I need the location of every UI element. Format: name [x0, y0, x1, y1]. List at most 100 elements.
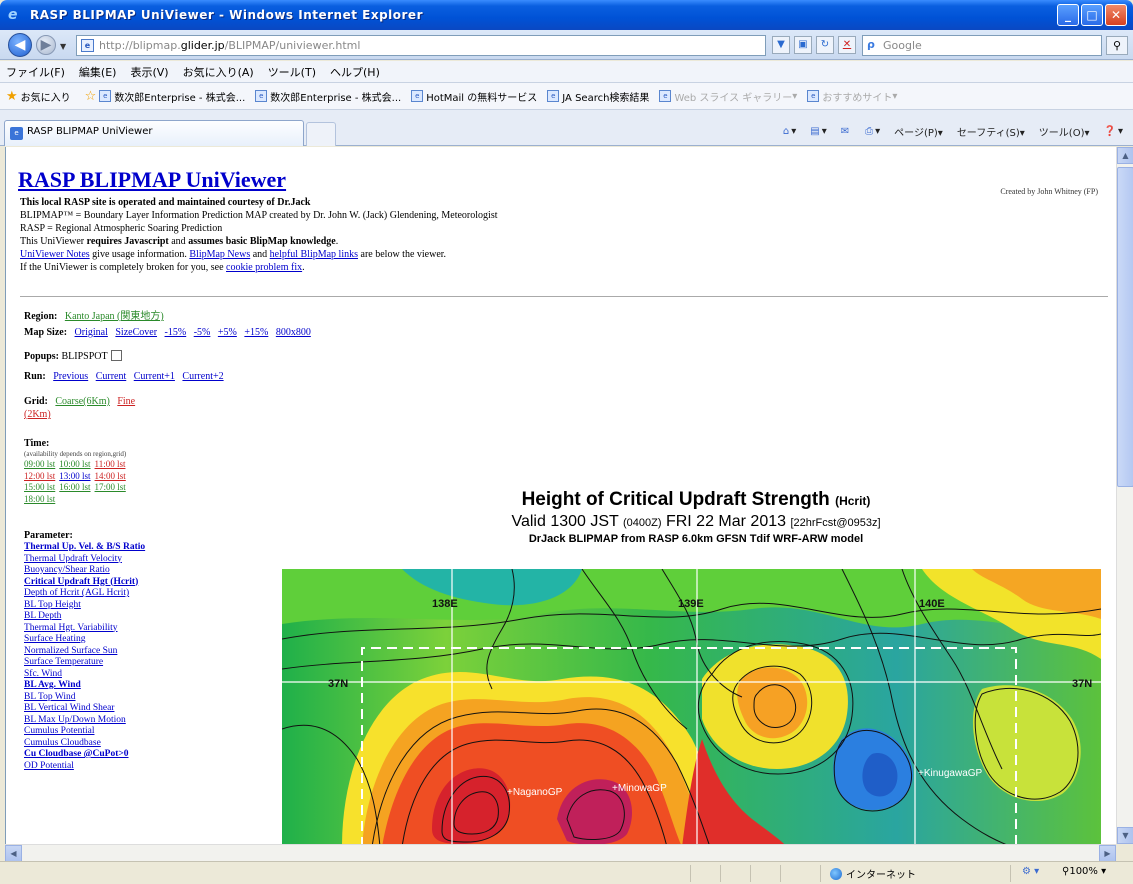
run-current-plus1[interactable]: Current+1 [134, 371, 175, 382]
param-link[interactable]: Depth of Hcrit (AGL Hcrit) [24, 588, 145, 600]
scroll-down-icon[interactable]: ▼ [1117, 827, 1133, 844]
feeds-icon[interactable]: ▤ ▾ [810, 126, 826, 137]
param-link[interactable]: Surface Heating [24, 634, 145, 646]
param-link[interactable]: Surface Temperature [24, 657, 145, 669]
time-link[interactable]: 13:00 lst [59, 471, 90, 481]
scroll-up-icon[interactable]: ▲ [1117, 147, 1133, 164]
stop-icon[interactable]: ✕ [838, 36, 856, 54]
horizontal-scrollbar[interactable]: ◀ ▶ [5, 844, 1116, 862]
param-link[interactable]: BL Top Wind [24, 692, 145, 704]
add-favorite-icon[interactable]: ☆ [85, 89, 97, 104]
time-link[interactable]: 17:00 lst [95, 482, 126, 492]
favorite-link[interactable]: e おすすめサイト ▾ [807, 89, 897, 104]
favorites-button[interactable]: お気に入り [21, 89, 71, 104]
mapsize-minus5[interactable]: -5% [194, 327, 211, 338]
mapsize-800[interactable]: 800x800 [276, 327, 311, 338]
blipspot-checkbox[interactable] [110, 350, 122, 361]
favorite-link[interactable]: e Web スライス ギャラリー ▾ [659, 89, 797, 104]
param-link[interactable]: BL Vertical Wind Shear [24, 703, 145, 715]
grid-fine-2km[interactable]: (2Km) [24, 409, 51, 420]
print-icon[interactable]: ⎙ ▾ [865, 126, 880, 137]
minimize-button[interactable]: _ [1057, 4, 1079, 26]
blipmap-links-link[interactable]: helpful BlipMap links [270, 249, 358, 260]
mapsize-plus5[interactable]: +5% [218, 327, 237, 338]
param-link[interactable]: BL Depth [24, 611, 145, 623]
vertical-scrollbar[interactable]: ▲ ▼ [1116, 147, 1133, 844]
favorite-link[interactable]: e JA Search検索結果 [547, 89, 649, 104]
history-dropdown-icon[interactable]: ▼ [60, 42, 66, 51]
param-link[interactable]: Normalized Surface Sun [24, 646, 145, 658]
menu-favorites[interactable]: お気に入り(A) [183, 64, 254, 80]
home-icon[interactable]: ⌂ ▾ [783, 126, 796, 137]
forward-button[interactable]: ▶ [36, 35, 56, 55]
maximize-button[interactable]: □ [1081, 4, 1103, 26]
menu-file[interactable]: ファイル(F) [6, 64, 65, 80]
security-zone[interactable]: インターネット [830, 866, 916, 881]
mapsize-sizecover[interactable]: SizeCover [115, 327, 157, 338]
param-link[interactable]: Thermal Hgt. Variability [24, 623, 145, 635]
param-link[interactable]: OD Potential [24, 761, 145, 773]
region-link[interactable]: Kanto Japan (関東地方) [65, 311, 164, 322]
mapsize-minus15[interactable]: -15% [165, 327, 187, 338]
param-link[interactable]: BL Max Up/Down Motion [24, 715, 145, 727]
zoom-level[interactable]: ⚲100% ▾ [1062, 866, 1106, 877]
param-link[interactable]: Critical Updraft Hgt (Hcrit) [24, 577, 145, 589]
search-icon[interactable]: ⚲ [1106, 36, 1128, 55]
scroll-left-icon[interactable]: ◀ [5, 845, 22, 862]
blipmap-image[interactable]: 138E 139E 140E 37N 37N +NaganoGP +Minowa… [282, 569, 1101, 844]
param-link[interactable]: Thermal Up. Vel. & B/S Ratio [24, 542, 145, 554]
favorite-link[interactable]: e HotMail の無料サービス [411, 89, 537, 104]
tools-menu[interactable]: ツール(O)▾ [1039, 124, 1090, 139]
mail-icon[interactable]: ✉ [841, 126, 851, 137]
param-link[interactable]: Thermal Updraft Velocity [24, 554, 145, 566]
time-link[interactable]: 09:00 lst [24, 459, 55, 469]
refresh-icon[interactable]: ↻ [816, 36, 834, 54]
search-input[interactable]: ρ Google [862, 35, 1102, 56]
page-title[interactable]: RASP BLIPMAP UniViewer [18, 167, 286, 193]
param-link[interactable]: Cumulus Cloudbase [24, 738, 145, 750]
run-previous[interactable]: Previous [53, 371, 88, 382]
scroll-right-icon[interactable]: ▶ [1099, 845, 1116, 862]
help-icon[interactable]: ❓ ▾ [1104, 126, 1123, 137]
new-tab-button[interactable] [306, 122, 336, 146]
time-link[interactable]: 12:00 lst [24, 471, 55, 481]
protected-mode-icon[interactable]: ⚙ ▾ [1022, 866, 1039, 877]
back-button[interactable]: ◀ [8, 33, 32, 57]
menu-tools[interactable]: ツール(T) [268, 64, 316, 80]
param-link[interactable]: Sfc. Wind [24, 669, 145, 681]
page-menu[interactable]: ページ(P)▾ [894, 124, 943, 139]
param-link[interactable]: Cumulus Potential [24, 726, 145, 738]
menu-help[interactable]: ヘルプ(H) [330, 64, 380, 80]
mapsize-plus15[interactable]: +15% [244, 327, 268, 338]
time-link[interactable]: 11:00 lst [95, 459, 126, 469]
cookie-fix-link[interactable]: cookie problem fix [226, 262, 302, 273]
menu-edit[interactable]: 編集(E) [79, 64, 117, 80]
time-link[interactable]: 15:00 lst [24, 482, 55, 492]
favorites-star-icon[interactable]: ★ [6, 89, 18, 104]
param-link[interactable]: Cu Cloudbase @CuPot>0 [24, 749, 145, 761]
close-button[interactable]: ✕ [1105, 4, 1127, 26]
param-link[interactable]: BL Avg. Wind [24, 680, 145, 692]
favorite-link[interactable]: e 数次郎Enterprise - 株式会... [99, 89, 245, 104]
time-link[interactable]: 10:00 lst [59, 459, 90, 469]
address-dropdown-icon[interactable]: ▼ [772, 36, 790, 54]
param-link[interactable]: BL Top Height [24, 600, 145, 612]
time-link[interactable]: 18:00 lst [24, 494, 55, 504]
menu-view[interactable]: 表示(V) [130, 64, 168, 80]
time-link[interactable]: 14:00 lst [95, 471, 126, 481]
address-input[interactable]: e http://blipmap.glider.jp/BLIPMAP/univi… [76, 35, 766, 56]
compat-view-icon[interactable]: ▣ [794, 36, 812, 54]
run-current[interactable]: Current [96, 371, 127, 382]
univiewer-notes-link[interactable]: UniViewer Notes [20, 249, 90, 260]
favorite-link[interactable]: e 数次郎Enterprise - 株式会... [255, 89, 401, 104]
blipmap-news-link[interactable]: BlipMap News [189, 249, 250, 260]
grid-fine[interactable]: Fine [117, 396, 135, 407]
safety-menu[interactable]: セーフティ(S)▾ [957, 124, 1025, 139]
mapsize-original[interactable]: Original [75, 327, 108, 338]
grid-coarse[interactable]: Coarse(6Km) [55, 396, 109, 407]
run-current-plus2[interactable]: Current+2 [182, 371, 223, 382]
scroll-thumb[interactable] [1117, 167, 1133, 487]
param-link[interactable]: Buoyancy/Shear Ratio [24, 565, 145, 577]
tab-rasp[interactable]: e RASP BLIPMAP UniViewer [4, 120, 304, 146]
time-link[interactable]: 16:00 lst [59, 482, 90, 492]
